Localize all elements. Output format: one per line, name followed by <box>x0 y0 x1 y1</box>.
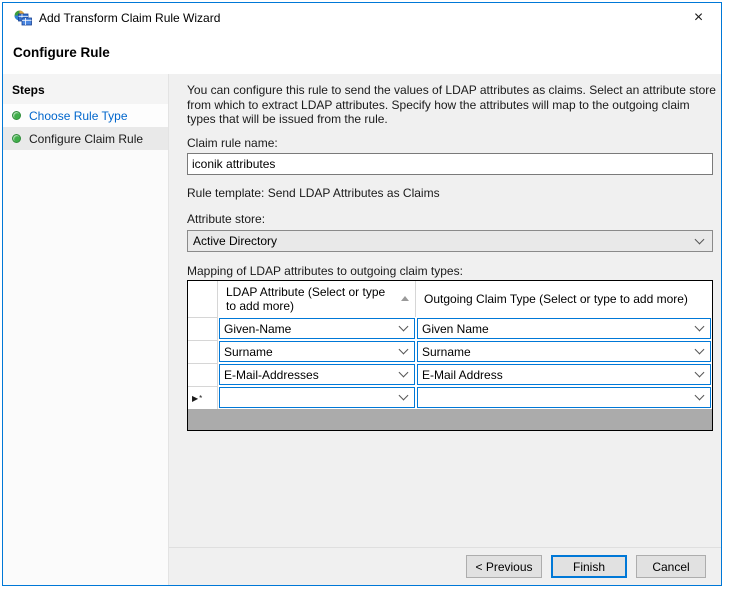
outgoing-claim-cell: Surname <box>416 340 712 363</box>
table-corner-cell <box>188 281 218 317</box>
column-header-ldap-attribute[interactable]: LDAP Attribute (Select or type to add mo… <box>218 281 416 317</box>
claim-rule-name-input[interactable] <box>187 153 713 175</box>
claim-rule-name-label: Claim rule name: <box>187 136 278 150</box>
new-row-marker-icon: ▶* <box>192 393 204 403</box>
table-new-row: ▶* <box>188 386 712 409</box>
rule-template-text: Rule template: Send LDAP Attributes as C… <box>187 186 440 200</box>
cell-value: Given Name <box>422 321 489 336</box>
table-row: Given-Name Given Name <box>188 317 712 340</box>
attribute-store-label: Attribute store: <box>187 212 266 226</box>
attribute-store-select[interactable]: Active Directory <box>187 230 713 252</box>
cell-value: Given-Name <box>224 321 292 336</box>
ldap-attribute-select[interactable]: Surname <box>219 341 415 362</box>
title-bar: Add Transform Claim Rule Wizard × <box>3 3 721 33</box>
cell-value: Surname <box>224 344 273 359</box>
window-title: Add Transform Claim Rule Wizard <box>39 11 221 25</box>
close-icon: × <box>693 9 704 26</box>
attribute-store-value: Active Directory <box>193 234 278 248</box>
column-header-label: Outgoing Claim Type (Select or type to a… <box>424 292 688 306</box>
footer-bar: < Previous Finish Cancel <box>169 547 721 585</box>
sort-ascending-icon <box>401 296 409 301</box>
claim-rule-wizard-icon <box>14 10 32 26</box>
table-header-row: LDAP Attribute (Select or type to add mo… <box>188 281 712 317</box>
column-header-label: LDAP Attribute (Select or type to add mo… <box>226 285 386 313</box>
cell-value: E-Mail Address <box>422 367 503 382</box>
chevron-down-icon <box>398 321 409 332</box>
step-configure-claim-rule[interactable]: Configure Claim Rule <box>3 127 168 150</box>
wizard-window: Add Transform Claim Rule Wizard × Config… <box>2 2 722 586</box>
outgoing-claim-cell: E-Mail Address <box>416 363 712 386</box>
ldap-attribute-cell <box>218 386 416 409</box>
close-button[interactable]: × <box>676 3 721 33</box>
outgoing-claim-cell <box>416 386 712 409</box>
step-completed-icon <box>12 134 21 143</box>
outgoing-claim-cell: Given Name <box>416 317 712 340</box>
row-header-cell[interactable] <box>188 363 218 386</box>
chevron-down-icon <box>694 321 705 332</box>
chevron-down-icon <box>398 390 409 401</box>
step-label: Configure Claim Rule <box>29 131 144 146</box>
chevron-down-icon <box>398 344 409 355</box>
table-row: Surname Surname <box>188 340 712 363</box>
wizard-body: Steps Choose Rule Type Configure Claim R… <box>3 74 721 585</box>
column-header-outgoing-claim-type[interactable]: Outgoing Claim Type (Select or type to a… <box>416 281 712 317</box>
outgoing-claim-select[interactable]: Given Name <box>417 318 711 339</box>
ldap-attribute-cell: Given-Name <box>218 317 416 340</box>
chevron-down-icon <box>694 390 705 401</box>
ldap-mapping-table: LDAP Attribute (Select or type to add mo… <box>187 280 713 431</box>
ldap-attribute-cell: E-Mail-Addresses <box>218 363 416 386</box>
row-header-cell[interactable] <box>188 340 218 363</box>
chevron-down-icon <box>694 234 705 244</box>
chevron-down-icon <box>398 367 409 378</box>
cell-value: E-Mail-Addresses <box>224 367 319 382</box>
cell-value: Surname <box>422 344 471 359</box>
step-completed-icon <box>12 111 21 120</box>
rule-description: You can configure this rule to send the … <box>187 83 716 126</box>
outgoing-claim-select[interactable]: Surname <box>417 341 711 362</box>
chevron-down-icon <box>694 367 705 378</box>
new-row-marker[interactable]: ▶* <box>188 386 218 409</box>
ldap-attribute-select[interactable]: E-Mail-Addresses <box>219 364 415 385</box>
content-pane: You can configure this rule to send the … <box>169 74 721 585</box>
table-empty-area <box>188 409 712 430</box>
table-row: E-Mail-Addresses E-Mail Address <box>188 363 712 386</box>
outgoing-claim-select[interactable] <box>417 387 711 408</box>
ldap-attribute-select[interactable] <box>219 387 415 408</box>
step-choose-rule-type[interactable]: Choose Rule Type <box>3 104 168 127</box>
finish-button[interactable]: Finish <box>551 555 627 578</box>
previous-button[interactable]: < Previous <box>466 555 542 578</box>
chevron-down-icon <box>694 344 705 355</box>
mapping-label: Mapping of LDAP attributes to outgoing c… <box>187 264 463 278</box>
page-title: Configure Rule <box>13 45 110 60</box>
steps-panel: Steps Choose Rule Type Configure Claim R… <box>3 74 169 585</box>
cancel-button[interactable]: Cancel <box>636 555 706 578</box>
step-label: Choose Rule Type <box>29 108 128 123</box>
row-header-cell[interactable] <box>188 317 218 340</box>
ldap-attribute-cell: Surname <box>218 340 416 363</box>
steps-header: Steps <box>3 74 168 104</box>
ldap-attribute-select[interactable]: Given-Name <box>219 318 415 339</box>
outgoing-claim-select[interactable]: E-Mail Address <box>417 364 711 385</box>
